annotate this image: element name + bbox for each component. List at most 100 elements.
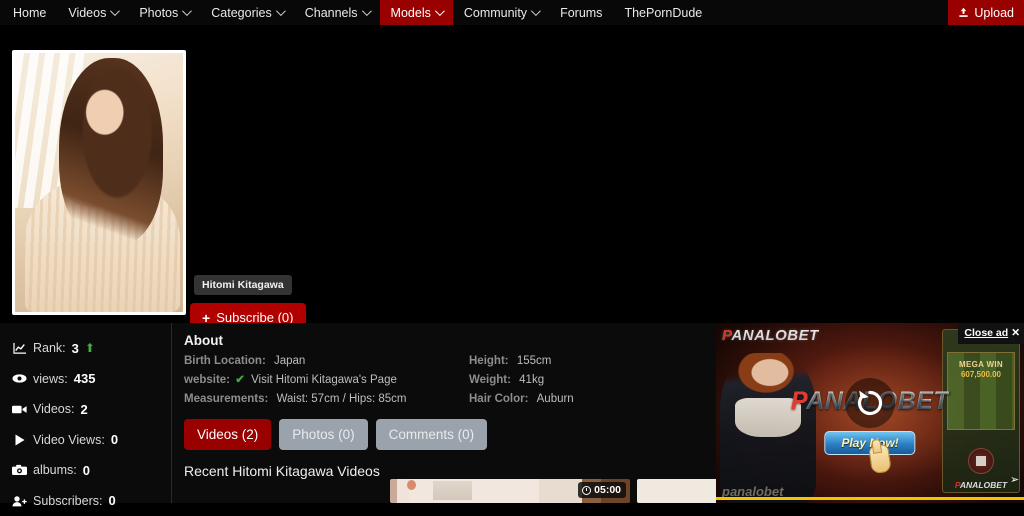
- ad-corner-marker: ➢: [1010, 475, 1022, 487]
- content-tabs: Videos (2) Photos (0) Comments (0): [184, 419, 714, 450]
- about-key: Hair Color:: [469, 393, 528, 405]
- nav-item-label: Channels: [305, 6, 358, 20]
- ad-slot-logo: PANALOBET: [943, 480, 1019, 490]
- stat-label: Subscribers:: [33, 494, 102, 508]
- tab-videos[interactable]: Videos (2): [184, 419, 271, 450]
- chevron-down-icon: [276, 6, 286, 16]
- chevron-down-icon: [362, 6, 372, 16]
- stat-subscribers: Subscribers: 0: [12, 486, 171, 516]
- about-value: Japan: [274, 355, 305, 367]
- about-key: website:: [184, 374, 230, 386]
- nav-forums[interactable]: Forums: [549, 0, 613, 25]
- stat-albums: albums: 0: [12, 455, 171, 486]
- nav-item-label: ThePornDude: [624, 6, 702, 20]
- about-birth-location: Birth Location: Japan: [184, 353, 469, 370]
- replay-icon[interactable]: [845, 378, 895, 428]
- hand-cursor-icon: [868, 444, 892, 475]
- upload-button-label: Upload: [974, 6, 1014, 20]
- ad-brand-rest: ANALOBET: [731, 327, 818, 344]
- ad-progress-bar: [716, 497, 1024, 500]
- chevron-down-icon: [110, 6, 120, 16]
- about-height: Height: 155cm: [469, 353, 714, 370]
- portrait-detail: [65, 177, 139, 207]
- ad-brand-initial: P: [722, 327, 731, 344]
- camera-icon: [12, 464, 27, 476]
- stat-value: 2: [80, 402, 87, 417]
- about-section: About Birth Location: Japan Height: 155c…: [172, 323, 714, 503]
- about-key: Weight:: [469, 374, 511, 386]
- nav-theporndude[interactable]: ThePornDude: [613, 0, 713, 25]
- stat-value: 0: [111, 432, 118, 447]
- recent-videos-heading: Recent Hitomi Kitagawa Videos: [184, 463, 714, 479]
- chevron-down-icon: [182, 6, 192, 16]
- ad-brand-rest: ANALOBET: [960, 480, 1007, 490]
- stat-label: albums:: [33, 463, 77, 477]
- tab-photos[interactable]: Photos (0): [279, 419, 367, 450]
- nav-spacer: [713, 0, 948, 25]
- ad-character-image: [720, 353, 816, 503]
- upload-button[interactable]: Upload: [948, 0, 1024, 25]
- nav-item-label: Categories: [211, 6, 271, 20]
- top-navigation-bar: Home Videos Photos Categories Channels M…: [0, 0, 1024, 25]
- model-portrait: [15, 53, 183, 312]
- nav-item-label: Community: [464, 6, 527, 20]
- play-icon: [12, 434, 27, 446]
- nav-photos[interactable]: Photos: [128, 0, 200, 25]
- nav-item-label: Home: [13, 6, 46, 20]
- about-details-grid: Birth Location: Japan Height: 155cm webs…: [184, 353, 714, 408]
- stat-value: 435: [74, 371, 96, 386]
- clock-icon: [582, 486, 591, 495]
- nav-models[interactable]: Models: [380, 0, 453, 25]
- ad-slot-machine-graphic: MEGA WIN 607,500.00 PANALOBET: [942, 329, 1020, 493]
- video-duration-label: 05:00: [594, 484, 621, 496]
- video-icon: [12, 404, 27, 415]
- stat-label: views:: [33, 372, 68, 386]
- about-hair-color: Hair Color: Auburn: [469, 391, 714, 408]
- close-ad-button[interactable]: Close ad ✕: [958, 323, 1024, 344]
- profile-hero: Hitomi Kitagawa + Subscribe (0): [0, 25, 1024, 323]
- stat-value: 0: [83, 463, 90, 478]
- stats-sidebar: Rank: 3 ⬆ views: 435 Videos: 2 Video Vie…: [0, 323, 172, 503]
- nav-item-label: Photos: [139, 6, 178, 20]
- nav-categories[interactable]: Categories: [200, 0, 293, 25]
- chevron-down-icon: [435, 6, 445, 16]
- portrait-detail: [25, 177, 180, 312]
- nav-community[interactable]: Community: [453, 0, 549, 25]
- stat-label: Videos:: [33, 402, 74, 416]
- ad-slot-spin-button: [968, 448, 994, 474]
- nav-videos[interactable]: Videos: [57, 0, 128, 25]
- stat-value: 3: [72, 341, 79, 356]
- stat-video-views: Video Views: 0: [12, 425, 171, 456]
- model-name-badge: Hitomi Kitagawa: [194, 275, 292, 295]
- stat-value: 0: [108, 493, 115, 508]
- about-website: website: ✔ Visit Hitomi Kitagawa's Page: [184, 372, 469, 389]
- nav-item-label: Models: [391, 6, 431, 20]
- stat-label: Video Views:: [33, 433, 105, 447]
- stat-videos: Videos: 2: [12, 394, 171, 425]
- upload-icon: [958, 7, 969, 18]
- stat-rank: Rank: 3 ⬆: [12, 333, 171, 364]
- about-key: Birth Location:: [184, 355, 266, 367]
- close-icon: ✕: [1011, 327, 1020, 339]
- ad-slot-title: MEGA WIN: [943, 360, 1019, 369]
- user-plus-icon: [12, 495, 27, 507]
- check-icon: ✔: [235, 374, 245, 386]
- about-value: 155cm: [517, 355, 552, 367]
- chevron-down-icon: [531, 6, 541, 16]
- avatar[interactable]: [12, 50, 186, 315]
- eye-icon: [12, 373, 27, 384]
- ad-brand-logo-top: PANALOBET: [722, 327, 819, 344]
- tab-comments[interactable]: Comments (0): [376, 419, 488, 450]
- thumbnail-detail: [407, 480, 416, 490]
- nav-home[interactable]: Home: [0, 0, 57, 25]
- nav-channels[interactable]: Channels: [294, 0, 380, 25]
- website-link[interactable]: Visit Hitomi Kitagawa's Page: [251, 374, 397, 386]
- advertisement-banner[interactable]: PANALOBET MEGA WIN 607,500.00 PANALOBET …: [716, 323, 1024, 503]
- about-weight: Weight: 41kg: [469, 372, 714, 389]
- video-duration-badge: 05:00: [578, 482, 626, 498]
- close-ad-label: Close ad: [964, 327, 1008, 339]
- portrait-detail: [82, 68, 107, 136]
- nav-item-label: Videos: [68, 6, 106, 20]
- about-key: Measurements:: [184, 393, 268, 405]
- video-thumbnail-1[interactable]: 05:00: [390, 479, 630, 503]
